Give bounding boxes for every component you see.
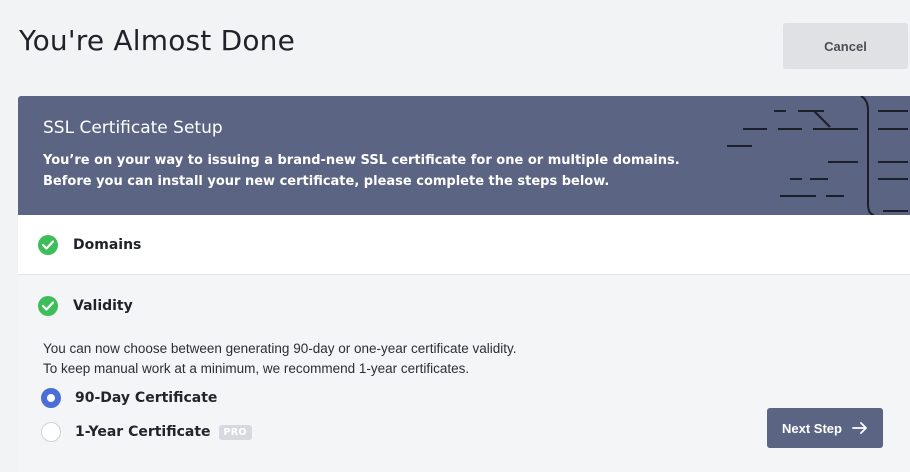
ssl-setup-card: SSL Certificate Setup You’re on your way… — [18, 96, 910, 472]
card-header: SSL Certificate Setup You’re on your way… — [18, 96, 910, 215]
check-circle-icon — [38, 234, 58, 255]
step-domains[interactable]: Domains — [18, 215, 910, 275]
option-label: 90-Day Certificate — [75, 390, 218, 406]
validity-text-line-2: To keep manual work at a minimum, we rec… — [43, 361, 470, 376]
arrow-right-icon — [852, 422, 867, 434]
step-validity[interactable]: Validity — [18, 276, 910, 336]
card-title: SSL Certificate Setup — [43, 118, 223, 138]
pro-badge: PRO — [218, 424, 252, 440]
page-title: You're Almost Done — [19, 24, 296, 57]
cancel-button[interactable]: Cancel — [783, 23, 908, 69]
validity-description: You can now choose between generating 90… — [43, 339, 517, 379]
option-label: 1-Year Certificate — [75, 424, 211, 440]
step-label: Domains — [73, 236, 142, 253]
radio-unselected-icon[interactable] — [41, 422, 61, 442]
option-90-day[interactable]: 90-Day Certificate — [41, 386, 217, 410]
validity-text-line-1: You can now choose between generating 90… — [43, 341, 517, 356]
decorative-lines-graphic — [727, 96, 908, 215]
check-circle-icon — [38, 296, 58, 316]
next-step-button[interactable]: Next Step — [767, 408, 883, 448]
option-1-year[interactable]: 1-Year Certificate PRO — [41, 420, 252, 444]
card-description-line-2: Before you can install your new certific… — [43, 173, 610, 189]
radio-selected-icon[interactable] — [41, 388, 61, 408]
next-step-label: Next Step — [782, 420, 842, 436]
step-label: Validity — [73, 298, 133, 314]
card-description: You’re on your way to issuing a brand-ne… — [43, 151, 680, 192]
card-description-line-1: You’re on your way to issuing a brand-ne… — [43, 153, 680, 168]
